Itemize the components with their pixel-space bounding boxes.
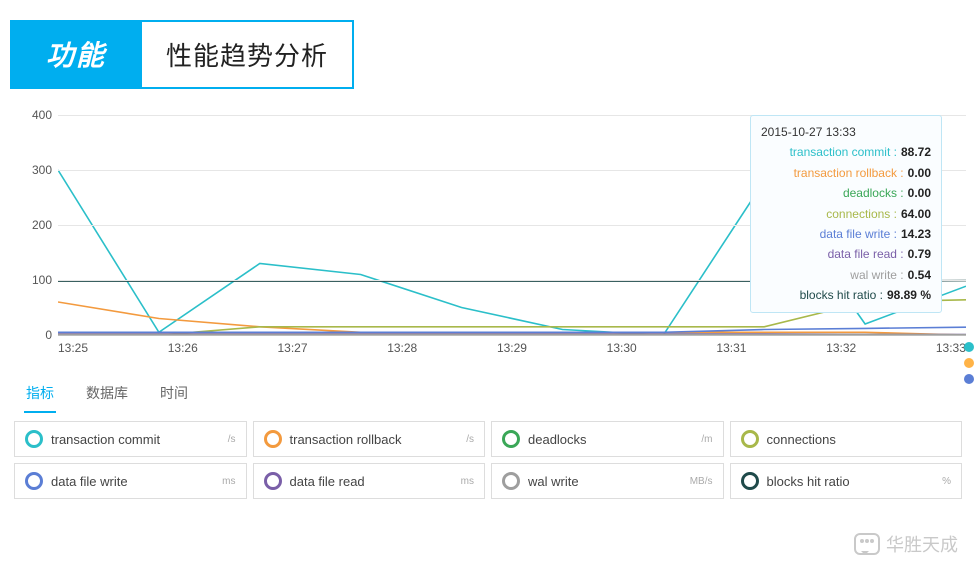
legend-item[interactable]: blocks hit ratio%: [730, 463, 963, 499]
series-ring-icon: [264, 472, 282, 490]
series-ring-icon: [25, 472, 43, 490]
legend-label: blocks hit ratio: [767, 474, 850, 489]
legend-item[interactable]: transaction commit/s: [14, 421, 247, 457]
legend-label: data file read: [290, 474, 365, 489]
tooltip-label: data file read :: [761, 244, 904, 264]
tooltip-row: blocks hit ratio :98.89 %: [761, 285, 931, 305]
wechat-icon: [854, 533, 880, 555]
tooltip-value: 98.89 %: [883, 285, 931, 305]
page-title: 性能趋势分析: [142, 20, 354, 89]
legend-label: connections: [767, 432, 836, 447]
y-tick: 300: [32, 163, 52, 177]
watermark-text: 华胜天成: [886, 531, 958, 557]
tooltip-label: wal write :: [761, 265, 904, 285]
tooltip-row: data file read :0.79: [761, 244, 931, 264]
tooltip-value: 88.72: [897, 142, 931, 162]
legend-left: data file read: [264, 472, 365, 490]
series-ring-icon: [264, 430, 282, 448]
chart-area: 0100200300400 13:2513:2613:2713:2813:291…: [10, 115, 966, 365]
x-tick: 13:32: [826, 341, 856, 355]
series-ring-icon: [502, 472, 520, 490]
x-tick: 13:27: [277, 341, 307, 355]
tooltip-value: 14.23: [897, 224, 931, 244]
legend-label: wal write: [528, 474, 579, 489]
x-tick: 13:25: [58, 341, 88, 355]
legend-item[interactable]: transaction rollback/s: [253, 421, 486, 457]
legend-unit: ms: [222, 476, 235, 487]
tooltip-row: transaction rollback :0.00: [761, 163, 931, 183]
legend-left: data file write: [25, 472, 128, 490]
legend-left: blocks hit ratio: [741, 472, 850, 490]
grid-line: [58, 335, 966, 336]
tooltip-label: transaction rollback :: [761, 163, 904, 183]
tab-指标[interactable]: 指标: [24, 379, 56, 413]
tab-数据库[interactable]: 数据库: [84, 379, 130, 413]
tooltip-value: 0.00: [904, 163, 931, 183]
tooltip-time: 2015-10-27 13:33: [761, 122, 931, 142]
x-tick: 13:28: [387, 341, 417, 355]
y-axis: 0100200300400: [10, 115, 58, 335]
legend-unit: ms: [461, 476, 474, 487]
legend-left: connections: [741, 430, 836, 448]
legend-label: transaction commit: [51, 432, 160, 447]
tooltip-row: connections :64.00: [761, 204, 931, 224]
legend-left: transaction rollback: [264, 430, 402, 448]
tooltip-label: blocks hit ratio :: [761, 285, 883, 305]
x-tick: 13:33: [936, 341, 966, 355]
tooltip-label: transaction commit :: [761, 142, 897, 162]
x-tick: 13:29: [497, 341, 527, 355]
legend-item[interactable]: data file read ms: [253, 463, 486, 499]
legend-item[interactable]: wal write MB/s: [491, 463, 724, 499]
tooltip-value: 64.00: [897, 204, 931, 224]
x-axis: 13:25 13:26 13:27 13:28 13:29 13:30 13:31 13:32…: [58, 341, 966, 355]
tooltip-row: transaction commit :88.72: [761, 142, 931, 162]
feature-button[interactable]: 功能: [10, 20, 142, 89]
legend-left: wal write: [502, 472, 579, 490]
scroll-dot: [964, 374, 974, 384]
tooltip-label: connections :: [761, 204, 897, 224]
legend-unit: MB/s: [690, 476, 713, 487]
tooltip-row: wal write :0.54: [761, 265, 931, 285]
legend-unit: /m: [701, 434, 712, 445]
legend-item[interactable]: deadlocks/m: [491, 421, 724, 457]
legend-item[interactable]: data file write ms: [14, 463, 247, 499]
y-tick: 400: [32, 108, 52, 122]
tooltip-row: deadlocks :0.00: [761, 183, 931, 203]
x-tick: 13:26: [168, 341, 198, 355]
y-tick: 100: [32, 273, 52, 287]
legend-unit: /s: [228, 434, 236, 445]
tab-bar: 指标数据库时间: [24, 379, 976, 413]
legend-label: deadlocks: [528, 432, 587, 447]
series-ring-icon: [741, 430, 759, 448]
tooltip-value: 0.00: [904, 183, 931, 203]
legend-unit: /s: [466, 434, 474, 445]
scroll-dot: [964, 342, 974, 352]
series-ring-icon: [741, 472, 759, 490]
scroll-dot: [964, 358, 974, 368]
legend-left: deadlocks: [502, 430, 587, 448]
scroll-indicator: [964, 342, 974, 384]
watermark: 华胜天成: [854, 531, 958, 557]
tooltip-value: 0.79: [904, 244, 931, 264]
legend-label: transaction rollback: [290, 432, 402, 447]
x-tick: 13:31: [716, 341, 746, 355]
legend-label: data file write: [51, 474, 128, 489]
series-ring-icon: [502, 430, 520, 448]
chart-tooltip: 2015-10-27 13:33 transaction commit :88.…: [750, 115, 942, 313]
tooltip-value: 0.54: [904, 265, 931, 285]
legend-grid: transaction commit/stransaction rollback…: [14, 421, 962, 499]
legend-item[interactable]: connections: [730, 421, 963, 457]
tooltip-label: data file write :: [761, 224, 897, 244]
y-tick: 200: [32, 218, 52, 232]
x-tick: 13:30: [607, 341, 637, 355]
legend-unit: %: [942, 476, 951, 487]
series-ring-icon: [25, 430, 43, 448]
header-bar: 功能 性能趋势分析: [10, 20, 976, 89]
y-tick: 0: [45, 328, 52, 342]
tab-时间[interactable]: 时间: [158, 379, 190, 413]
tooltip-row: data file write :14.23: [761, 224, 931, 244]
legend-left: transaction commit: [25, 430, 160, 448]
tooltip-label: deadlocks :: [761, 183, 904, 203]
